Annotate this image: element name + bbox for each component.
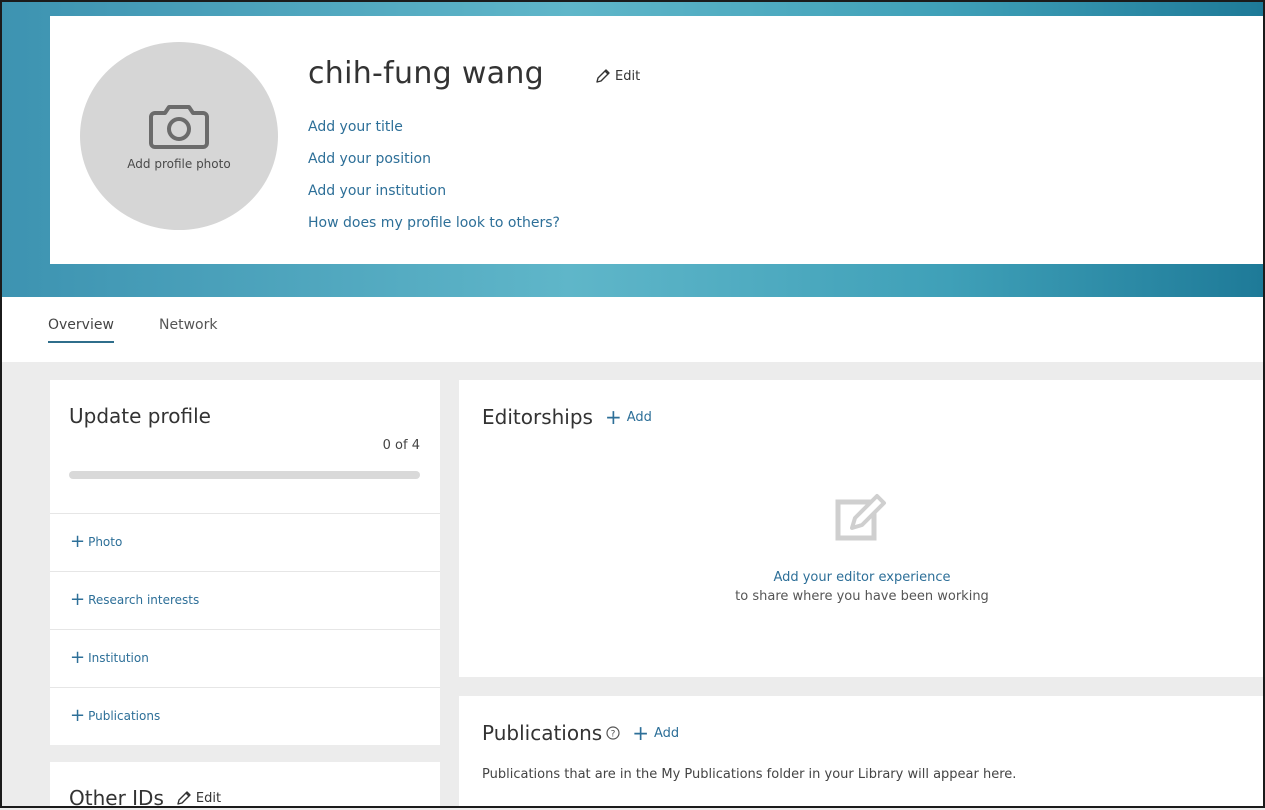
profile-header-card: Add profile photo chih-fung wang Edit Ad… — [50, 16, 1265, 264]
editorships-title-row: Editorships + Add — [482, 405, 652, 429]
tab-overview[interactable]: Overview — [48, 317, 114, 343]
add-photo-item[interactable]: + Photo — [50, 513, 440, 570]
add-institution-link[interactable]: Add your institution — [308, 175, 560, 207]
add-editorship-label: Add — [626, 409, 652, 425]
publications-description: Publications that are in the My Publicat… — [482, 767, 1017, 782]
editorships-empty-state: Add your editor experience to share wher… — [459, 492, 1265, 604]
pencil-icon — [596, 69, 610, 83]
add-editor-experience-link[interactable]: Add your editor experience — [459, 570, 1265, 585]
update-profile-progress-bar — [69, 471, 420, 479]
help-icon[interactable]: ? — [606, 726, 620, 740]
add-title-link[interactable]: Add your title — [308, 111, 560, 143]
publications-title: Publications — [482, 721, 603, 745]
profile-header-banner: Add profile photo chih-fung wang Edit Ad… — [2, 2, 1265, 297]
svg-text:?: ? — [611, 730, 616, 740]
plus-icon: + — [70, 589, 86, 610]
publications-panel: Publications ? + Add Publications that a… — [459, 696, 1265, 808]
pencil-icon — [177, 791, 191, 805]
editorships-panel: Editorships + Add Add your editor experi… — [459, 380, 1265, 677]
other-ids-title-row: Other IDs Edit — [69, 786, 221, 810]
add-research-interests-item[interactable]: + Research interests — [50, 571, 440, 628]
add-institution-label: Institution — [88, 651, 149, 665]
add-publications-label: Publications — [88, 709, 161, 723]
add-institution-item[interactable]: + Institution — [50, 629, 440, 686]
plus-icon: + — [70, 531, 86, 552]
other-ids-title: Other IDs — [69, 786, 164, 810]
add-publication-label: Add — [653, 725, 680, 741]
profile-name: chih-fung wang — [308, 56, 545, 91]
tab-network[interactable]: Network — [159, 317, 217, 341]
plus-icon: + — [70, 705, 86, 726]
update-profile-title: Update profile — [69, 404, 211, 428]
edit-name-label: Edit — [615, 68, 641, 84]
update-profile-panel: Update profile 0 of 4 + Photo + Research… — [50, 380, 440, 745]
add-position-link[interactable]: Add your position — [308, 143, 560, 175]
edit-name-button[interactable]: Edit — [595, 68, 640, 84]
update-profile-progress-text: 0 of 4 — [382, 438, 420, 453]
add-editorship-button[interactable]: + Add — [605, 407, 652, 427]
add-publications-item[interactable]: + Publications — [50, 687, 440, 744]
add-profile-photo-button[interactable]: Add profile photo — [80, 42, 278, 230]
add-publication-button[interactable]: + Add — [632, 723, 679, 743]
profile-tabs: Overview Network — [2, 297, 1263, 362]
profile-links: Add your title Add your position Add you… — [308, 111, 560, 239]
editorships-empty-subtext: to share where you have been working — [735, 589, 989, 604]
camera-icon — [149, 105, 209, 149]
add-photo-label: Photo — [88, 535, 123, 549]
plus-icon: + — [604, 405, 622, 429]
edit-other-ids-button[interactable]: Edit — [176, 790, 221, 806]
plus-icon: + — [70, 647, 86, 668]
preview-profile-link[interactable]: How does my profile look to others? — [308, 207, 560, 239]
add-research-interests-label: Research interests — [88, 593, 200, 607]
add-profile-photo-label: Add profile photo — [127, 157, 231, 171]
plus-icon: + — [632, 721, 649, 745]
publications-title-row: Publications ? + Add — [482, 721, 679, 745]
other-ids-panel: Other IDs Edit — [50, 762, 440, 810]
edit-note-icon — [835, 494, 886, 541]
editorships-title: Editorships — [482, 405, 593, 429]
edit-other-ids-label: Edit — [195, 790, 222, 806]
